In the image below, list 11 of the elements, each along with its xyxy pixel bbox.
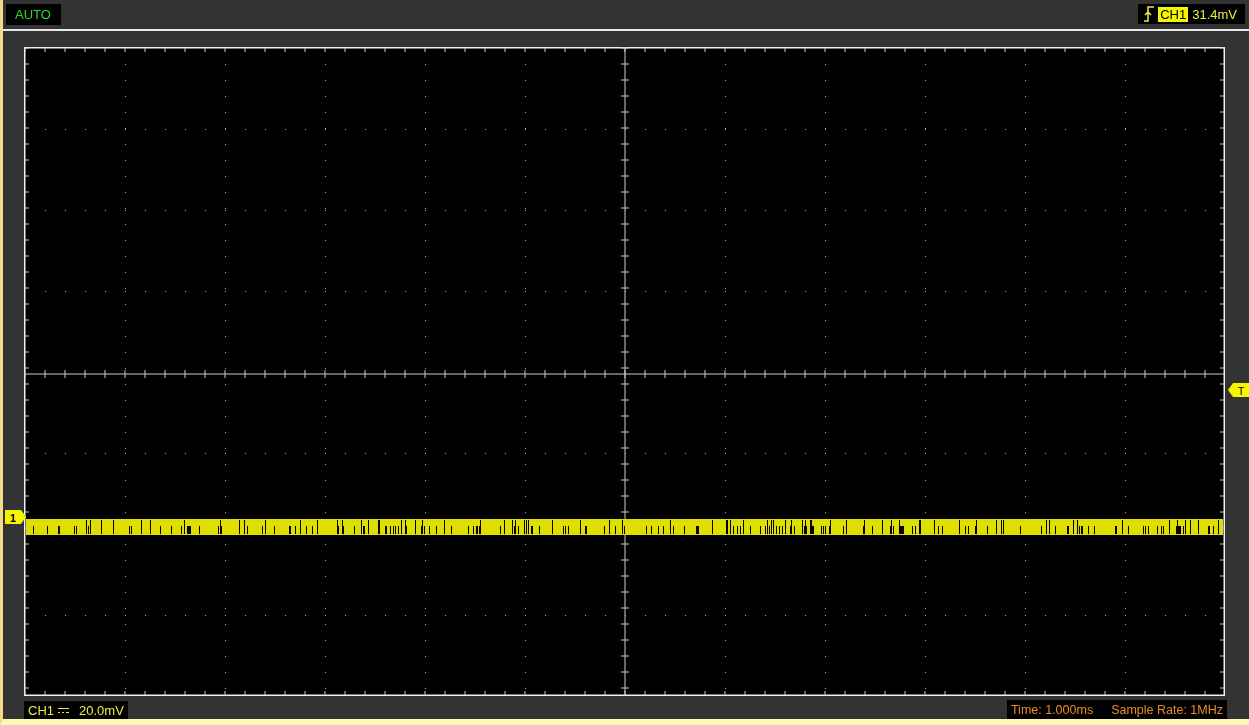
dc-coupling-icon: [58, 706, 69, 714]
run-mode-label: AUTO: [6, 3, 61, 25]
sample-rate-label: Sample Rate: 1MHz: [1111, 703, 1223, 717]
trigger-channel: CH1: [1158, 6, 1189, 22]
timebase-label: Time: 1.000ms: [1010, 703, 1094, 717]
channel-label: CH1: [28, 702, 54, 718]
trigger-level: 31.4mV: [1192, 6, 1237, 22]
volts-per-div: 20.0mV: [79, 702, 124, 718]
trigger-marker[interactable]: T: [1228, 383, 1249, 397]
channel-marker[interactable]: 1: [5, 510, 27, 524]
rising-edge-icon: [1144, 6, 1155, 22]
